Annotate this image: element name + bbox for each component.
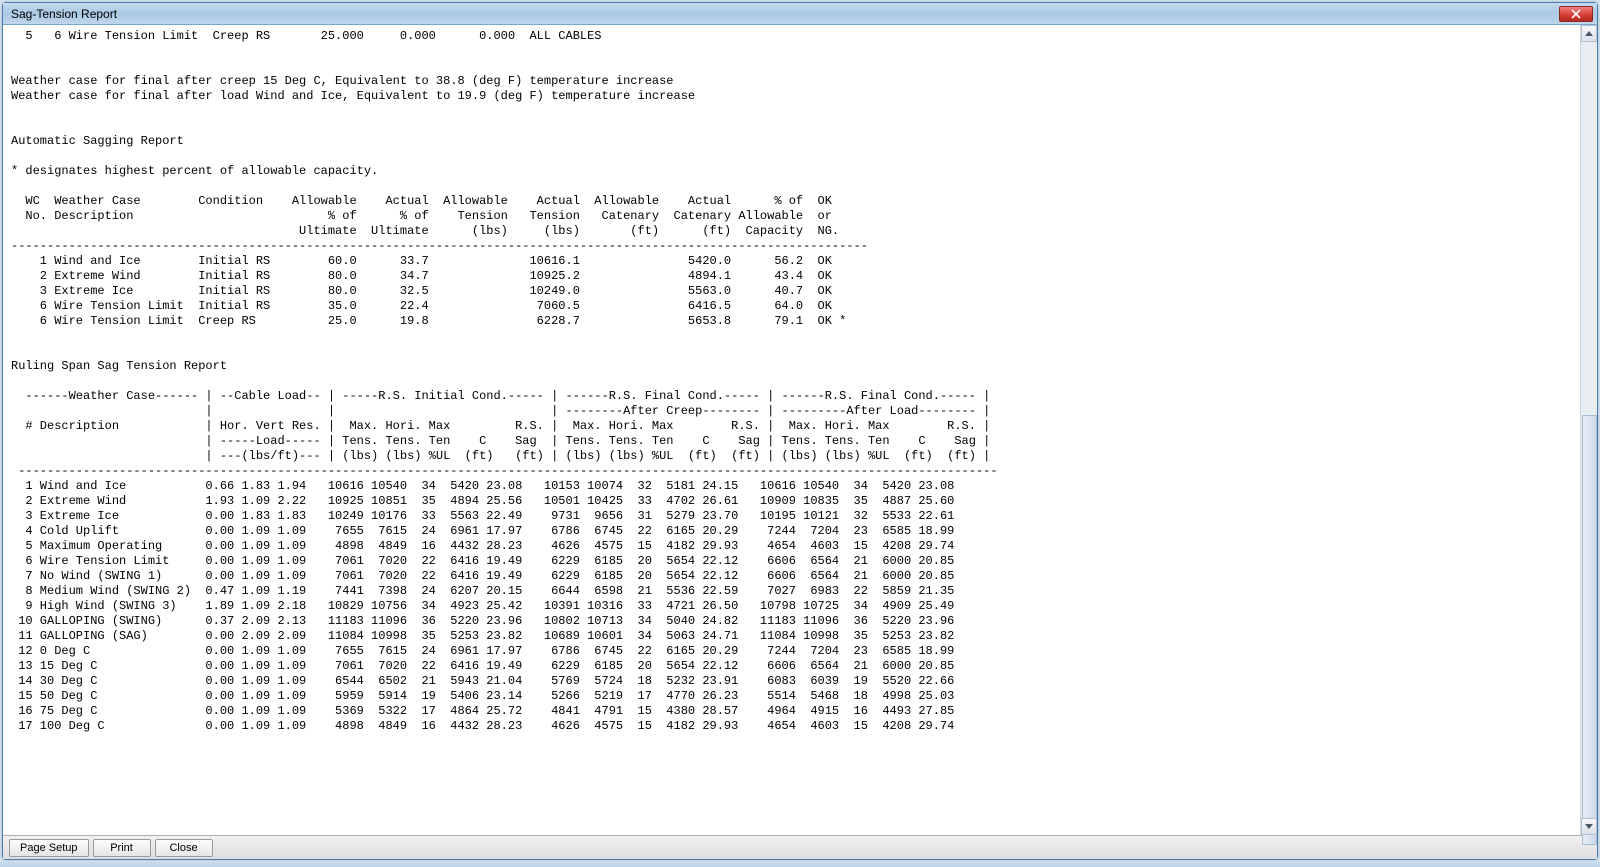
page-setup-button[interactable]: Page Setup xyxy=(9,839,89,857)
scroll-up-button[interactable] xyxy=(1581,25,1597,42)
titlebar[interactable]: Sag-Tension Report xyxy=(3,3,1597,25)
close-window-button[interactable] xyxy=(1559,6,1593,22)
report-window: Sag-Tension Report 5 6 Wire Tension Limi… xyxy=(2,2,1598,860)
scroll-down-button[interactable] xyxy=(1581,818,1597,835)
taskbar-strip xyxy=(0,861,1600,867)
window-title: Sag-Tension Report xyxy=(7,7,117,21)
footer-toolbar: Page Setup Print Close xyxy=(3,835,1597,859)
content-wrap: 5 6 Wire Tension Limit Creep RS 25.000 0… xyxy=(3,25,1597,835)
close-icon xyxy=(1571,9,1581,19)
close-button[interactable]: Close xyxy=(155,839,213,857)
vertical-scrollbar[interactable] xyxy=(1580,25,1597,835)
chevron-down-icon xyxy=(1585,824,1593,829)
print-button[interactable]: Print xyxy=(93,839,151,857)
chevron-up-icon xyxy=(1585,31,1593,36)
scroll-thumb[interactable] xyxy=(1582,415,1597,845)
report-text-area[interactable]: 5 6 Wire Tension Limit Creep RS 25.000 0… xyxy=(3,25,1580,835)
